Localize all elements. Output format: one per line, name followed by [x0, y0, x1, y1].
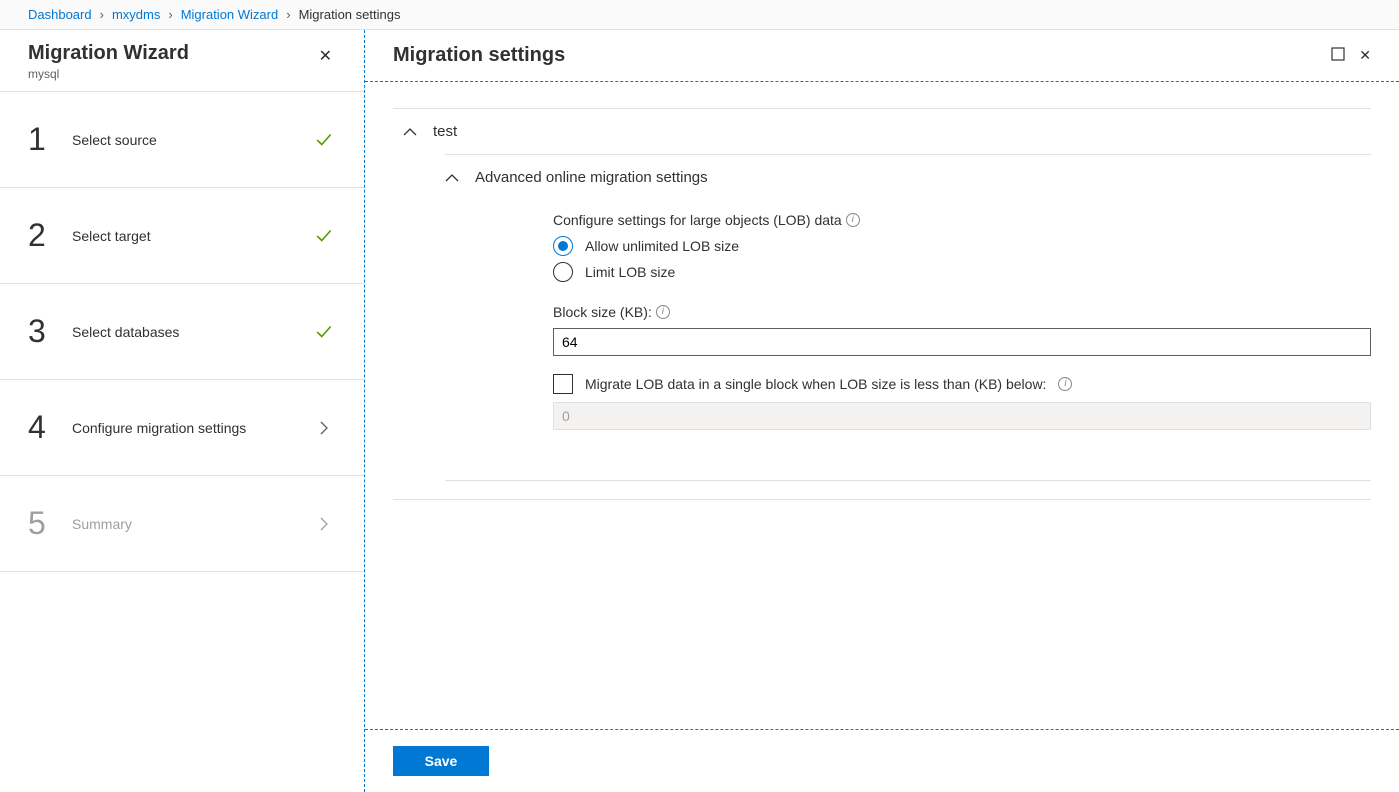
migrate-single-block-label: Migrate LOB data in a single block when … — [585, 376, 1046, 392]
block-size-label: Block size (KB): i — [553, 304, 1371, 320]
chevron-up-icon — [403, 127, 417, 137]
radio-limit-lob[interactable]: Limit LOB size — [553, 262, 1371, 282]
wizard-step-select-databases[interactable]: 3 Select databases — [0, 284, 364, 380]
advanced-settings-expander[interactable]: Advanced online migration settings — [445, 155, 1371, 200]
database-expander[interactable]: test — [393, 109, 1371, 154]
wizard-step-summary[interactable]: 5 Summary — [0, 476, 364, 572]
chevron-right-icon — [312, 421, 336, 435]
step-label: Select source — [72, 132, 292, 148]
wizard-step-select-source[interactable]: 1 Select source — [0, 92, 364, 188]
migrate-single-block-checkbox[interactable] — [553, 374, 573, 394]
breadcrumb-link[interactable]: mxydms — [112, 7, 160, 22]
step-label: Select databases — [72, 324, 292, 340]
chevron-right-icon: › — [100, 7, 104, 22]
info-icon[interactable]: i — [656, 305, 670, 319]
radio-label: Limit LOB size — [585, 264, 675, 280]
save-button[interactable]: Save — [393, 746, 489, 776]
radio-icon — [553, 262, 573, 282]
breadcrumb-link[interactable]: Dashboard — [28, 7, 92, 22]
wizard-sidebar: Migration Wizard mysql ✕ 1 Select source… — [0, 30, 365, 792]
step-number: 3 — [28, 313, 52, 350]
radio-label: Allow unlimited LOB size — [585, 238, 739, 254]
radio-unlimited-lob[interactable]: Allow unlimited LOB size — [553, 236, 1371, 256]
step-label: Configure migration settings — [72, 420, 292, 436]
close-icon[interactable]: ✕ — [315, 42, 336, 70]
block-size-input[interactable] — [553, 328, 1371, 356]
check-icon — [312, 227, 336, 245]
breadcrumb-link[interactable]: Migration Wizard — [181, 7, 279, 22]
database-name: test — [433, 123, 457, 140]
lob-threshold-input — [553, 402, 1371, 430]
step-label: Select target — [72, 228, 292, 244]
sidebar-subtitle: mysql — [28, 67, 189, 81]
step-label: Summary — [72, 516, 292, 532]
main-panel: Migration settings ✕ test — [365, 30, 1399, 792]
step-number: 5 — [28, 505, 52, 542]
step-number: 2 — [28, 217, 52, 254]
lob-heading: Configure settings for large objects (LO… — [553, 212, 1371, 228]
check-icon — [312, 131, 336, 149]
advanced-settings-title: Advanced online migration settings — [475, 169, 708, 186]
chevron-right-icon: › — [286, 7, 290, 22]
wizard-step-select-target[interactable]: 2 Select target — [0, 188, 364, 284]
wizard-step-configure-settings[interactable]: 4 Configure migration settings — [0, 380, 364, 476]
chevron-right-icon: › — [168, 7, 172, 22]
sidebar-title: Migration Wizard — [28, 42, 189, 65]
info-icon[interactable]: i — [846, 213, 860, 227]
step-number: 1 — [28, 121, 52, 158]
page-title: Migration settings — [393, 44, 565, 67]
radio-icon — [553, 236, 573, 256]
restore-icon[interactable] — [1331, 47, 1345, 64]
info-icon[interactable]: i — [1058, 377, 1072, 391]
check-icon — [312, 323, 336, 341]
close-icon[interactable]: ✕ — [1359, 47, 1371, 64]
breadcrumb-current: Migration settings — [299, 7, 401, 22]
breadcrumb: Dashboard › mxydms › Migration Wizard › … — [0, 0, 1399, 30]
step-number: 4 — [28, 409, 52, 446]
chevron-up-icon — [445, 173, 459, 183]
chevron-right-icon — [312, 517, 336, 531]
